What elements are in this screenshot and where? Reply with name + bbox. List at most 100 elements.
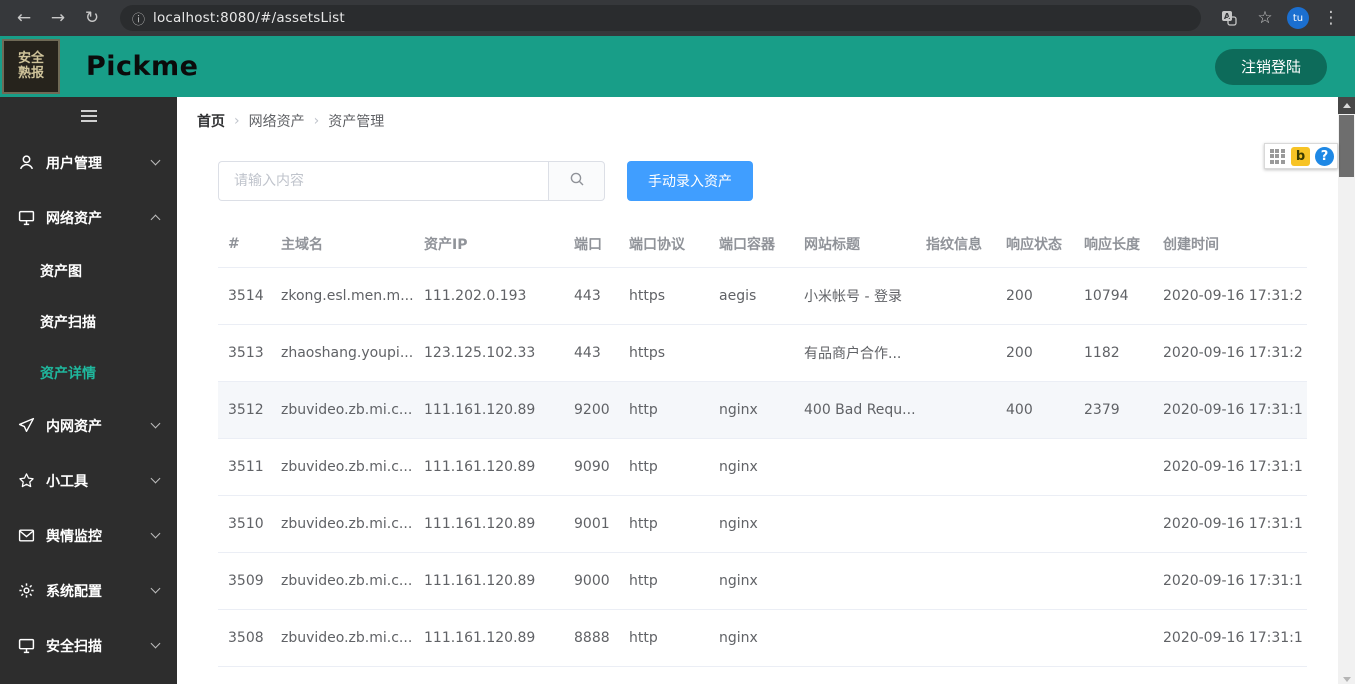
scrollbar-thumb[interactable] [1339,115,1354,177]
table-cell: 2020-09-16 17:31:1 [1153,552,1307,610]
vertical-scrollbar[interactable] [1338,97,1355,684]
table-cell [794,495,916,553]
table-cell [1074,495,1153,553]
table-cell: 10794 [1074,267,1153,325]
table-cell: zbuvideo.zb.mi.c... [271,438,414,496]
table-cell [996,495,1074,553]
sidebar-subitem-asset-detail[interactable]: 资产详情 [0,347,177,398]
breadcrumb-item: 资产管理 [328,114,385,130]
column-header: 端口容器 [709,221,794,268]
table-cell: 111.161.120.89 [414,552,564,610]
chevron-down-icon [150,418,161,429]
search-input-group [218,161,605,201]
sidebar-menu: 用户管理网络资产资产图 资产扫描 资产详情 内网资产 小工具 舆情监控 系统配置 安全扫描 [0,135,177,673]
breadcrumb-separator: › [313,113,320,129]
table-cell [794,552,916,610]
column-header: 网站标题 [794,221,916,268]
kebab-menu-icon[interactable]: ⋮ [1317,4,1345,32]
star-icon [18,472,35,489]
scan-icon [18,637,35,654]
forward-icon[interactable]: → [44,4,72,32]
logo-text-1: 安全 [17,51,44,67]
table-row[interactable]: 3514 zkong.esl.men.m... 111.202.0.193 443 ht… [218,267,1307,325]
breadcrumb-item[interactable]: 网络资产 [249,111,305,131]
sidebar-subitem-asset-scan[interactable]: 资产扫描 [0,296,177,347]
send-icon [18,417,35,434]
table-cell: zbuvideo.zb.mi.c... [271,552,414,610]
breadcrumb-item[interactable]: 首页 [197,111,225,131]
chevron-up-icon [150,214,161,225]
brand-title: Pickme [86,51,199,82]
table-cell: 3513 [218,324,271,382]
table-row[interactable]: 3512 zbuvideo.zb.mi.c... 111.161.120.89 920… [218,381,1307,439]
bookmark-star-icon[interactable]: ☆ [1251,4,1279,32]
table-cell [916,552,996,610]
table-cell: zbuvideo.zb.mi.c... [271,495,414,553]
chevron-down-icon [150,638,161,649]
table-row[interactable]: 3508 zbuvideo.zb.mi.c... 111.161.120.89 888… [218,609,1307,667]
table-cell: nginx [709,552,794,610]
table-cell: http [619,438,709,496]
search-input[interactable] [218,161,548,201]
url-bar[interactable]: ⓘ localhost:8080/#/assetsList [120,5,1201,31]
table-cell: 3514 [218,267,271,325]
sidebar-item-security-scan[interactable]: 安全扫描 [0,618,177,673]
sidebar-item-tools[interactable]: 小工具 [0,453,177,508]
app-header: 安全 熟报 Pickme 注销登陆 [0,36,1355,97]
chevron-down-icon [150,473,161,484]
help-icon[interactable]: ? [1315,146,1334,166]
table-cell: 9200 [564,381,619,439]
user-icon [18,154,35,171]
sidebar-item-label: 网络资产 [46,210,102,227]
sidebar-item-label: 用户管理 [46,155,102,172]
search-icon [569,171,585,191]
table-cell: 2020-09-16 17:31:1 [1153,438,1307,496]
scroll-down-icon[interactable] [1338,677,1355,682]
column-header: 创建时间 [1153,221,1307,268]
table-cell: 8888 [564,609,619,667]
page: ← → ↻ ⓘ localhost:8080/#/assetsList A ☆ … [0,0,1355,684]
table-header-row: # 主域名 资产IP 端口 端口协议 端口容器 网站标题 指纹信息 响应状态 响应长度 创建时间 [218,221,1307,268]
sidebar-item-users[interactable]: 用户管理 [0,135,177,190]
sidebar-item-opinion-monitor[interactable]: 舆情监控 [0,508,177,563]
chevron-down-icon [150,583,161,594]
gear-icon [18,582,35,599]
table-row[interactable]: 3513 zhaoshang.youpi... 123.125.102.33 443 h… [218,324,1307,382]
breadcrumb-separator: › [234,113,240,129]
refresh-icon[interactable]: ↻ [78,4,106,32]
info-icon[interactable]: ⓘ [132,9,145,28]
table-cell: 有品商户合作... [794,324,916,382]
table-row[interactable]: 3511 zbuvideo.zb.mi.c... 111.161.120.89 909… [218,438,1307,496]
logout-button[interactable]: 注销登陆 [1214,48,1327,85]
url-text: localhost:8080/#/assetsList [153,10,345,26]
sidebar-item-system-config[interactable]: 系统配置 [0,563,177,618]
sidebar-subitem-asset-map[interactable]: 资产图 [0,245,177,296]
table-cell: 2020-09-16 17:31:1 [1153,381,1307,439]
add-asset-button[interactable]: 手动录入资产 [627,161,753,201]
breadcrumb: 首页 › 网络资产 › 资产管理 [197,111,1335,131]
scroll-up-icon[interactable] [1338,97,1355,114]
translate-icon[interactable]: A [1215,4,1243,32]
chevron-down-icon [150,155,161,166]
table-cell: 2020-09-16 17:31:1 [1153,495,1307,553]
table-cell: 111.161.120.89 [414,438,564,496]
toolbar: 手动录入资产 [218,161,1307,201]
table-cell: 1182 [1074,324,1153,382]
search-button[interactable] [548,161,605,201]
back-icon[interactable]: ← [10,4,38,32]
chevron-down-icon [150,528,161,539]
plugin-badge-icon[interactable]: b [1291,146,1310,166]
avatar[interactable]: tu [1287,7,1309,29]
table-row[interactable]: 3510 zbuvideo.zb.mi.c... 111.161.120.89 900… [218,495,1307,553]
table-cell: zkong.esl.men.m... [271,267,414,325]
grid-icon[interactable] [1268,147,1286,165]
sidebar-item-network-assets[interactable]: 网络资产 [0,190,177,245]
table-cell: https [619,324,709,382]
table-body: 3514 zkong.esl.men.m... 111.202.0.193 443 ht… [218,267,1307,667]
sidebar-item-intranet-assets[interactable]: 内网资产 [0,398,177,453]
table-cell [916,381,996,439]
collapse-menu-icon[interactable] [0,97,177,135]
table-row[interactable]: 3509 zbuvideo.zb.mi.c... 111.161.120.89 900… [218,552,1307,610]
column-header: 响应状态 [996,221,1074,268]
table-cell: nginx [709,495,794,553]
